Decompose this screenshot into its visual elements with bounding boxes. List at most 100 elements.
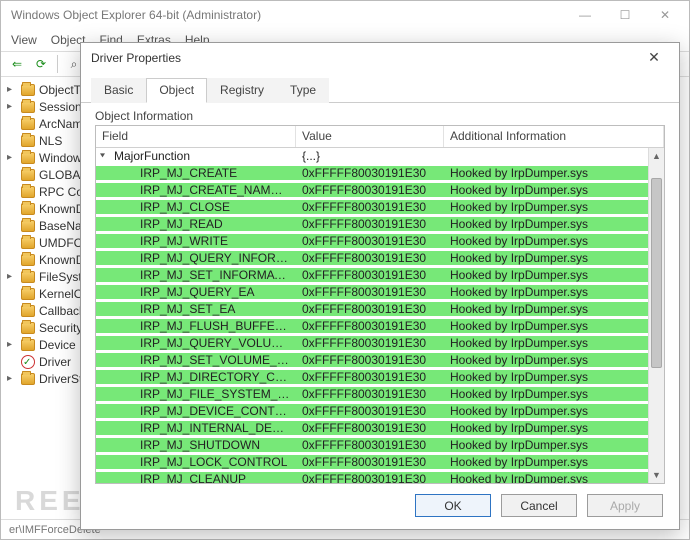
dialog-titlebar[interactable]: Driver Properties ✕ [81, 43, 679, 73]
cell-addinfo: Hooked by IrpDumper.sys [444, 302, 648, 316]
table-row[interactable]: IRP_MJ_WRITE0xFFFFF80030191E30Hooked by … [96, 233, 648, 250]
cell-value: 0xFFFFF80030191E30 [296, 438, 444, 452]
col-header-field[interactable]: Field [96, 126, 296, 147]
back-icon[interactable]: ⇐ [7, 54, 27, 74]
table-row[interactable]: IRP_MJ_FILE_SYSTEM_CONTR...0xFFFFF800301… [96, 386, 648, 403]
table-row[interactable]: IRP_MJ_QUERY_INFORMATION0xFFFFF80030191E… [96, 250, 648, 267]
cell-field: IRP_MJ_CLEANUP [96, 472, 296, 483]
cell-field: IRP_MJ_LOCK_CONTROL [96, 455, 296, 469]
cell-value: 0xFFFFF80030191E30 [296, 251, 444, 265]
table-row[interactable]: IRP_MJ_QUERY_EA0xFFFFF80030191E30Hooked … [96, 284, 648, 301]
expand-icon[interactable]: ▸ [7, 84, 17, 95]
tab-registry[interactable]: Registry [207, 78, 277, 103]
folder-icon [21, 322, 35, 334]
folder-icon [21, 203, 35, 215]
scroll-thumb[interactable] [651, 178, 662, 368]
table-row[interactable]: IRP_MJ_CLEANUP0xFFFFF80030191E30Hooked b… [96, 471, 648, 483]
cell-value: 0xFFFFF80030191E30 [296, 387, 444, 401]
folder-icon [21, 254, 35, 266]
maximize-icon[interactable]: ☐ [613, 8, 637, 22]
cell-addinfo: Hooked by IrpDumper.sys [444, 166, 648, 180]
cell-value: 0xFFFFF80030191E30 [296, 200, 444, 214]
table-row[interactable]: IRP_MJ_QUERY_VOLUME_INF...0xFFFFF8003019… [96, 335, 648, 352]
col-header-addinfo[interactable]: Additional Information [444, 126, 664, 147]
table-row[interactable]: IRP_MJ_INTERNAL_DEVICE_C...0xFFFFF800301… [96, 420, 648, 437]
folder-icon [21, 220, 35, 232]
cell-field: IRP_MJ_READ [96, 217, 296, 231]
toolbar-divider [57, 55, 58, 73]
col-header-value[interactable]: Value [296, 126, 444, 147]
cell-value: 0xFFFFF80030191E30 [296, 404, 444, 418]
cell-field: IRP_MJ_DIRECTORY_CONTROL [96, 370, 296, 384]
cell-value: 0xFFFFF80030191E30 [296, 455, 444, 469]
folder-icon [21, 339, 35, 351]
cell-field: IRP_MJ_FLUSH_BUFFERS [96, 319, 296, 333]
tree-item-label: Callback [39, 304, 85, 318]
table-row[interactable]: IRP_MJ_FLUSH_BUFFERS0xFFFFF80030191E30Ho… [96, 318, 648, 335]
folder-icon [21, 373, 35, 385]
scroll-down-icon[interactable]: ▼ [649, 467, 664, 483]
group-label: Object Information [95, 109, 665, 123]
cell-addinfo: Hooked by IrpDumper.sys [444, 268, 648, 282]
expand-icon[interactable]: ▸ [7, 152, 17, 163]
table-row[interactable]: IRP_MJ_SET_INFORMATION0xFFFFF80030191E30… [96, 267, 648, 284]
folder-icon [21, 84, 35, 96]
cell-value: 0xFFFFF80030191E30 [296, 472, 444, 483]
table-row-parent[interactable]: MajorFunction{...} [96, 148, 648, 165]
folder-icon [21, 152, 35, 164]
cell-field: IRP_MJ_QUERY_INFORMATION [96, 251, 296, 265]
cell-field: IRP_MJ_SET_INFORMATION [96, 268, 296, 282]
cell-addinfo: Hooked by IrpDumper.sys [444, 455, 648, 469]
table-row[interactable]: IRP_MJ_DIRECTORY_CONTROL0xFFFFF80030191E… [96, 369, 648, 386]
cell-field: IRP_MJ_SET_VOLUME_INFOR... [96, 353, 296, 367]
close-icon[interactable]: ✕ [653, 8, 677, 22]
minimize-icon[interactable]: — [573, 8, 597, 22]
cell-addinfo: Hooked by IrpDumper.sys [444, 370, 648, 384]
tab-type[interactable]: Type [277, 78, 329, 103]
cell-field: MajorFunction [96, 149, 296, 163]
dialog-title: Driver Properties [91, 51, 639, 65]
cell-field: IRP_MJ_QUERY_EA [96, 285, 296, 299]
cell-value: 0xFFFFF80030191E30 [296, 183, 444, 197]
tab-basic[interactable]: Basic [91, 78, 146, 103]
table-row[interactable]: IRP_MJ_DEVICE_CONTROL0xFFFFF80030191E30H… [96, 403, 648, 420]
scroll-up-icon[interactable]: ▲ [649, 148, 664, 164]
dialog-buttons: OK Cancel Apply [81, 484, 679, 529]
refresh-icon[interactable]: ⟳ [31, 54, 51, 74]
table-row[interactable]: IRP_MJ_READ0xFFFFF80030191E30Hooked by I… [96, 216, 648, 233]
cell-value: 0xFFFFF80030191E30 [296, 336, 444, 350]
expand-icon[interactable]: ▸ [7, 339, 17, 350]
cell-value: 0xFFFFF80030191E30 [296, 234, 444, 248]
cell-addinfo: Hooked by IrpDumper.sys [444, 387, 648, 401]
list-body: MajorFunction{...}IRP_MJ_CREATE0xFFFFF80… [96, 148, 648, 483]
table-row[interactable]: IRP_MJ_CREATE_NAMED_PIPE0xFFFFF80030191E… [96, 182, 648, 199]
folder-icon [21, 101, 35, 113]
cell-addinfo: Hooked by IrpDumper.sys [444, 472, 648, 483]
cancel-button[interactable]: Cancel [501, 494, 577, 517]
table-row[interactable]: IRP_MJ_CLOSE0xFFFFF80030191E30Hooked by … [96, 199, 648, 216]
folder-icon [21, 169, 35, 181]
close-icon[interactable]: ✕ [639, 49, 669, 66]
folder-icon [21, 186, 35, 198]
folder-icon [21, 288, 35, 300]
expand-icon[interactable]: ▸ [7, 101, 17, 112]
table-row[interactable]: IRP_MJ_LOCK_CONTROL0xFFFFF80030191E30Hoo… [96, 454, 648, 471]
expand-icon[interactable]: ▸ [7, 271, 17, 282]
cell-addinfo: Hooked by IrpDumper.sys [444, 353, 648, 367]
table-row[interactable]: IRP_MJ_SHUTDOWN0xFFFFF80030191E30Hooked … [96, 437, 648, 454]
table-row[interactable]: IRP_MJ_SET_EA0xFFFFF80030191E30Hooked by… [96, 301, 648, 318]
apply-button[interactable]: Apply [587, 494, 663, 517]
cell-field: IRP_MJ_FILE_SYSTEM_CONTR... [96, 387, 296, 401]
expand-icon[interactable]: ▸ [7, 373, 17, 384]
menu-view[interactable]: View [11, 33, 37, 47]
tab-object[interactable]: Object [146, 78, 207, 103]
tree-item-label: Device [39, 338, 76, 352]
cell-field: IRP_MJ_CREATE_NAMED_PIPE [96, 183, 296, 197]
vertical-scrollbar[interactable]: ▲ ▼ [648, 148, 664, 483]
table-row[interactable]: IRP_MJ_CREATE0xFFFFF80030191E30Hooked by… [96, 165, 648, 182]
list-header: Field Value Additional Information [96, 126, 664, 148]
table-row[interactable]: IRP_MJ_SET_VOLUME_INFOR...0xFFFFF8003019… [96, 352, 648, 369]
folder-icon [21, 305, 35, 317]
ok-button[interactable]: OK [415, 494, 491, 517]
cell-field: IRP_MJ_SET_EA [96, 302, 296, 316]
